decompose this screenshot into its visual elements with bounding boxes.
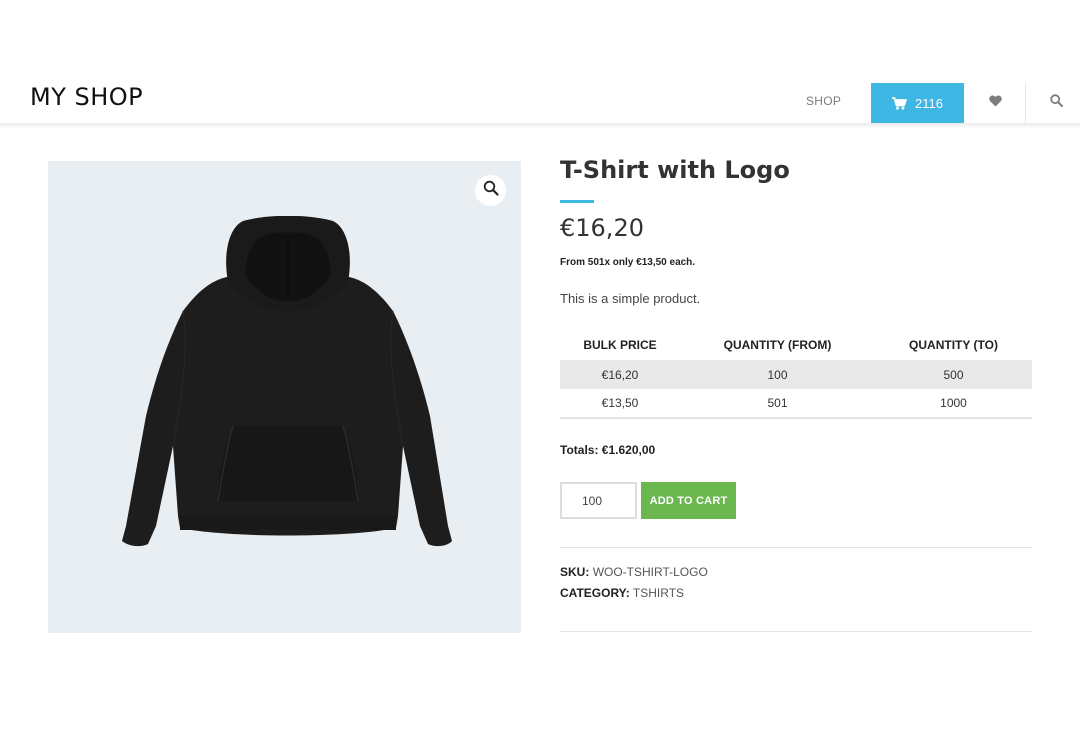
nav-divider bbox=[1025, 83, 1026, 123]
cell-bulk-price: €13,50 bbox=[560, 389, 680, 419]
cart-button[interactable]: 2116 bbox=[871, 83, 964, 123]
add-to-cart-button[interactable]: ADD TO CART bbox=[641, 482, 736, 519]
divider bbox=[560, 547, 1032, 548]
bulk-price-table: BULK PRICE QUANTITY (FROM) QUANTITY (TO)… bbox=[560, 330, 1032, 419]
cell-quantity-from: 100 bbox=[680, 360, 875, 389]
product-price: €16,20 bbox=[560, 214, 644, 242]
site-header: MY SHOP SHOP 2116 bbox=[0, 72, 1080, 124]
table-row: €13,50 501 1000 bbox=[560, 389, 1032, 419]
zoom-icon bbox=[483, 180, 499, 201]
cart-icon bbox=[892, 96, 907, 110]
cell-quantity-to: 500 bbox=[875, 360, 1032, 389]
site-logo[interactable]: MY SHOP bbox=[30, 83, 143, 111]
cell-quantity-from: 501 bbox=[680, 389, 875, 419]
quantity-input[interactable] bbox=[560, 482, 637, 519]
table-header-row: BULK PRICE QUANTITY (FROM) QUANTITY (TO) bbox=[560, 330, 1032, 360]
product-gallery[interactable] bbox=[48, 161, 521, 633]
title-underline bbox=[560, 200, 594, 203]
category-label: CATEGORY: bbox=[560, 586, 630, 600]
product-image bbox=[122, 216, 452, 547]
header-quantity-from: QUANTITY (FROM) bbox=[723, 338, 832, 352]
bulk-price-note: From 501x only €13,50 each. bbox=[560, 257, 696, 268]
wishlist-button[interactable] bbox=[985, 83, 1005, 123]
nav-shop-link[interactable]: SHOP bbox=[806, 94, 841, 108]
search-button[interactable] bbox=[1046, 83, 1066, 123]
cell-quantity-to: 1000 bbox=[875, 389, 1032, 419]
table-row: €16,20 100 500 bbox=[560, 360, 1032, 389]
product-title: T-Shirt with Logo bbox=[560, 156, 790, 184]
zoom-button[interactable] bbox=[475, 175, 506, 206]
sku-value: WOO-TSHIRT-LOGO bbox=[592, 565, 708, 579]
product-description: This is a simple product. bbox=[560, 291, 701, 306]
cart-count: 2116 bbox=[915, 95, 943, 111]
header-bulk-price: BULK PRICE bbox=[583, 338, 657, 352]
totals: Totals: €1.620,00 bbox=[560, 443, 655, 457]
cell-bulk-price: €16,20 bbox=[560, 360, 680, 389]
totals-value: €1.620,00 bbox=[601, 443, 656, 457]
category-link[interactable]: TSHIRTS bbox=[633, 586, 684, 600]
totals-label: Totals: bbox=[560, 443, 599, 457]
product-sku: SKU: WOO-TSHIRT-LOGO bbox=[560, 565, 708, 579]
sku-label: SKU: bbox=[560, 565, 590, 579]
heart-icon bbox=[988, 94, 1002, 112]
divider bbox=[560, 631, 1032, 632]
header-quantity-to: QUANTITY (TO) bbox=[909, 338, 998, 352]
product-category: CATEGORY: TSHIRTS bbox=[560, 586, 684, 600]
search-icon bbox=[1049, 94, 1063, 112]
